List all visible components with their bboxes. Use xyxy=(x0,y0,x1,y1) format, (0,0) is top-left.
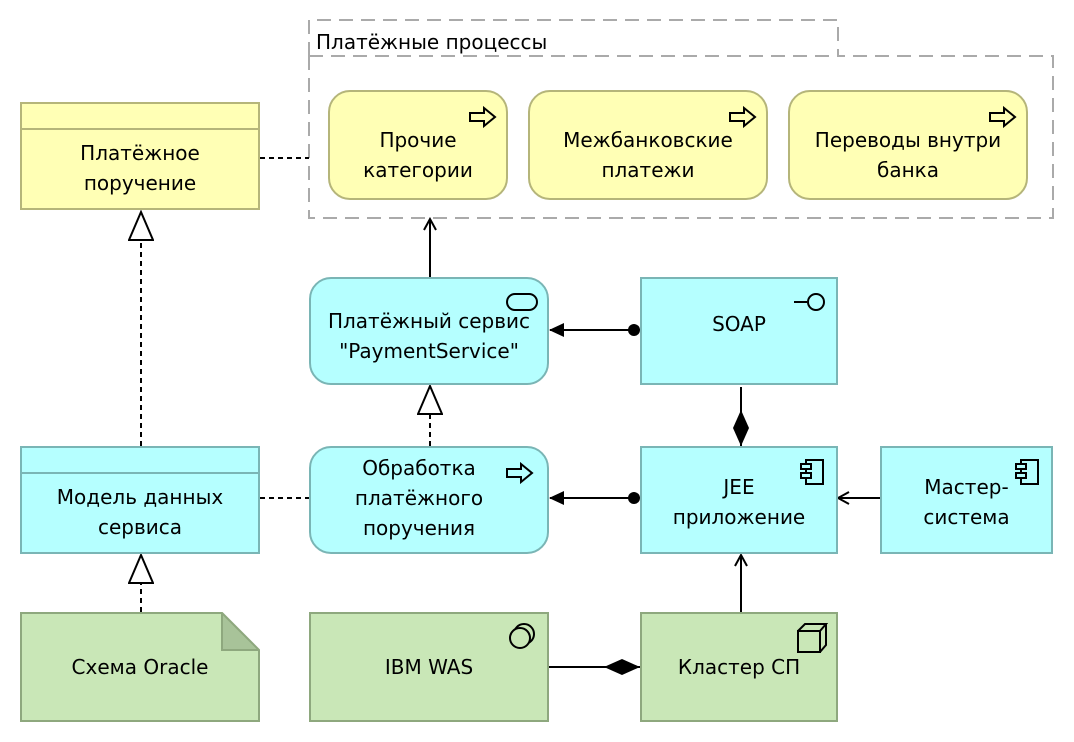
node-label: Модель данных сервиса xyxy=(56,485,224,539)
node-label: SOAP xyxy=(712,312,766,336)
technology-node[interactable]: Кластер СП xyxy=(640,612,838,722)
application-service[interactable]: Платёжный сервис "PaymentService" xyxy=(309,277,549,385)
component-icon xyxy=(1015,459,1039,485)
node-label: Схема Oracle xyxy=(71,655,209,679)
node-label: Кластер СП xyxy=(677,655,801,679)
node-icon xyxy=(797,623,828,653)
interface-icon xyxy=(794,293,825,311)
node-label: IBM WAS xyxy=(384,655,474,679)
node-label: Обработка платёжного поручения xyxy=(354,456,484,540)
object-header xyxy=(22,448,258,474)
application-interface[interactable]: SOAP xyxy=(640,277,838,385)
application-component-jee[interactable]: JEE приложение xyxy=(640,446,838,554)
node-label: Платёжное поручение xyxy=(80,141,200,195)
business-process-interbank[interactable]: Межбанковские платежи xyxy=(528,90,768,200)
node-label: Мастер- система xyxy=(923,475,1010,529)
process-arrow-icon xyxy=(469,106,497,128)
process-arrow-icon xyxy=(506,462,534,484)
node-label: JEE приложение xyxy=(672,475,806,529)
service-icon xyxy=(506,293,538,311)
node-label: Платёжный сервис "PaymentService" xyxy=(327,309,531,363)
data-object[interactable]: Модель данных сервиса xyxy=(20,446,260,554)
business-object[interactable]: Платёжное поручение xyxy=(20,102,260,210)
node-label: Прочие категории xyxy=(363,128,473,182)
system-software-icon xyxy=(509,623,535,649)
business-process-intrabank[interactable]: Переводы внутри банка xyxy=(788,90,1028,200)
process-arrow-icon xyxy=(729,106,757,128)
application-component-master[interactable]: Мастер- система xyxy=(880,446,1053,554)
node-label: Межбанковские платежи xyxy=(563,128,733,182)
object-header xyxy=(22,104,258,130)
process-arrow-icon xyxy=(989,106,1017,128)
system-software[interactable]: IBM WAS xyxy=(309,612,549,722)
artifact[interactable]: Схема Oracle xyxy=(20,612,260,722)
group-label: Платёжные процессы xyxy=(316,30,548,54)
application-process[interactable]: Обработка платёжного поручения xyxy=(309,446,549,554)
node-label: Переводы внутри банка xyxy=(814,128,1002,182)
component-icon xyxy=(800,459,824,485)
business-process-other[interactable]: Прочие категории xyxy=(328,90,508,200)
